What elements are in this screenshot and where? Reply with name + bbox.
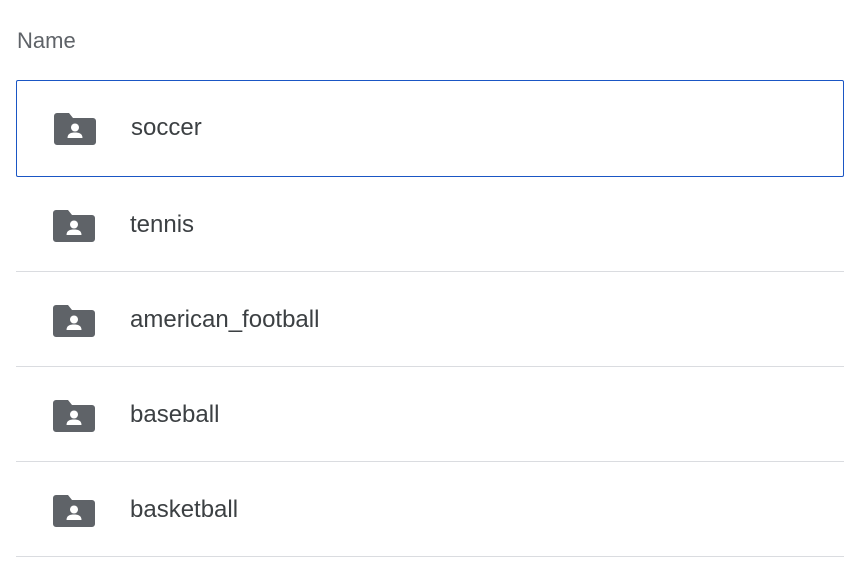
shared-folder-icon	[53, 210, 95, 242]
folder-name: soccer	[131, 114, 202, 141]
shared-folder-icon	[53, 495, 95, 527]
folder-list: soccer tennis american_football baseball	[16, 80, 844, 557]
folder-row-tennis[interactable]: tennis	[16, 177, 844, 272]
folder-name: tennis	[130, 211, 195, 238]
folder-row-baseball[interactable]: baseball	[16, 367, 844, 462]
folder-name: baseball	[130, 401, 220, 428]
folder-row-basketball[interactable]: basketball	[16, 462, 844, 557]
shared-folder-icon	[53, 400, 95, 432]
folder-name: basketball	[130, 496, 239, 523]
folder-name: american_football	[130, 306, 320, 333]
shared-folder-icon	[53, 305, 95, 337]
folder-row-soccer[interactable]: soccer	[16, 80, 844, 177]
column-header-name[interactable]: Name	[17, 26, 76, 56]
folder-row-american-football[interactable]: american_football	[16, 272, 844, 367]
shared-folder-icon	[54, 113, 96, 145]
